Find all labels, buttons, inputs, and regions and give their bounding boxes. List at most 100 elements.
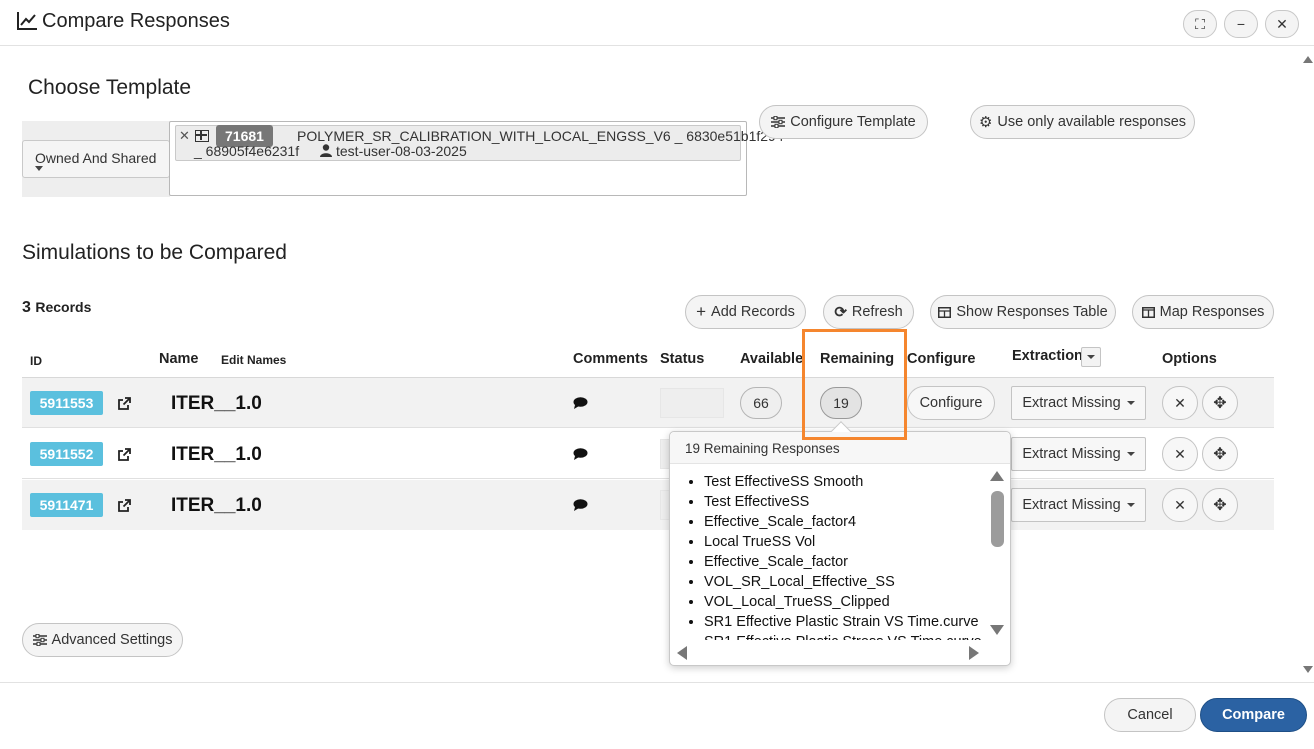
remove-template-icon[interactable]: ✕ (179, 128, 190, 144)
refresh-label: Refresh (851, 304, 903, 320)
move-row-button[interactable]: ✥ (1202, 437, 1238, 471)
move-row-button[interactable]: ✥ (1202, 386, 1238, 420)
extract-missing-label: Extract Missing (1022, 497, 1121, 513)
external-link-icon[interactable] (118, 397, 131, 410)
main-scrollbar[interactable] (1302, 48, 1314, 680)
list-item: SR1 Effective Plastic Stress VS Time.cur… (704, 632, 986, 640)
map-responses-button[interactable]: Map Responses (1132, 295, 1274, 329)
remaining-responses-list[interactable]: Test EffectiveSS SmoothTest EffectiveSSE… (670, 472, 986, 640)
column-configure: Configure (907, 351, 976, 367)
remove-row-button[interactable]: ✕ (1162, 488, 1198, 522)
extraction-dropdown[interactable] (1081, 347, 1101, 367)
choose-template-title: Choose Template (28, 76, 192, 99)
popover-scroll-thumb[interactable] (991, 491, 1004, 547)
minimize-icon: − (1236, 16, 1246, 32)
column-options: Options (1162, 351, 1217, 367)
add-records-button[interactable]: + Add Records (685, 295, 806, 329)
remove-row-button[interactable]: ✕ (1162, 437, 1198, 471)
move-icon: ✥ (1213, 497, 1227, 514)
remove-row-button[interactable]: ✕ (1162, 386, 1198, 420)
close-icon: ✕ (1276, 15, 1288, 32)
user-icon (320, 144, 332, 157)
simulation-name: ITER__1.0 (171, 495, 262, 516)
refresh-icon: ⟳ (834, 304, 847, 321)
list-item: VOL_Local_TrueSS_Clipped (704, 592, 986, 612)
chevron-down-icon (1126, 503, 1135, 507)
use-available-responses-label: Use only available responses (997, 114, 1187, 130)
template-name: POLYMER_SR_CALIBRATION_WITH_LOCAL_ENGSS_… (297, 128, 784, 144)
configure-template-button[interactable]: Configure Template (759, 105, 928, 139)
comment-icon[interactable] (573, 448, 588, 460)
chevron-down-icon (1087, 355, 1095, 359)
status-indicator (660, 388, 724, 418)
record-count-label: Records (35, 299, 92, 315)
close-icon: ✕ (1174, 394, 1186, 411)
table-icon (938, 306, 952, 318)
advanced-settings-button[interactable]: Advanced Settings (22, 623, 183, 657)
extract-missing-button[interactable]: Extract Missing (1011, 386, 1146, 420)
cancel-button[interactable]: Cancel (1104, 698, 1196, 732)
external-link-icon[interactable] (118, 499, 131, 512)
simulation-name: ITER__1.0 (171, 444, 262, 465)
line-chart-icon (17, 12, 37, 30)
available-count[interactable]: 66 (740, 387, 782, 419)
move-row-button[interactable]: ✥ (1202, 488, 1238, 522)
extract-missing-button[interactable]: Extract Missing (1011, 488, 1146, 522)
configure-button[interactable]: Configure (907, 386, 995, 420)
expand-button[interactable]: ⛶ (1183, 10, 1217, 38)
column-extraction: Extraction (1012, 348, 1083, 364)
extract-missing-button[interactable]: Extract Missing (1011, 437, 1146, 471)
compare-button[interactable]: Compare (1200, 698, 1307, 732)
simulation-id-badge[interactable]: 5911553 (30, 391, 103, 415)
advanced-settings-label: Advanced Settings (51, 632, 173, 648)
template-owner: test-user-08-03-2025 (336, 143, 467, 159)
map-responses-label: Map Responses (1159, 304, 1265, 320)
column-comments: Comments (573, 351, 648, 367)
scroll-right-icon[interactable] (969, 646, 979, 660)
use-available-responses-button[interactable]: ⚙ Use only available responses (970, 105, 1195, 139)
external-link-icon[interactable] (118, 448, 131, 461)
scroll-up-icon[interactable] (1303, 56, 1313, 63)
chevron-down-icon (1126, 452, 1135, 456)
simulation-id-badge[interactable]: 5911552 (30, 442, 103, 466)
close-button[interactable]: ✕ (1265, 10, 1299, 38)
chevron-down-icon (1126, 401, 1135, 405)
gear-icon: ⚙ (978, 114, 993, 131)
scroll-down-icon[interactable] (1303, 666, 1313, 673)
add-records-label: Add Records (711, 304, 795, 320)
configure-template-label: Configure Template (790, 114, 916, 130)
close-icon: ✕ (1174, 445, 1186, 462)
comment-icon[interactable] (573, 397, 588, 409)
record-count-value: 3 (22, 299, 31, 316)
sliders-icon (32, 634, 47, 646)
scroll-up-icon[interactable] (990, 471, 1004, 481)
expand-icon: ⛶ (1195, 15, 1205, 32)
columns-icon (1141, 306, 1155, 318)
edit-names-link[interactable]: Edit Names (221, 353, 286, 367)
list-item: VOL_SR_Local_Effective_SS (704, 572, 986, 592)
scroll-down-icon[interactable] (990, 625, 1004, 635)
window-title: Compare Responses (42, 10, 230, 32)
extract-missing-label: Extract Missing (1022, 395, 1121, 411)
list-item: Test EffectiveSS (704, 492, 986, 512)
scroll-left-icon[interactable] (677, 646, 687, 660)
list-item: SR1 Effective Plastic Strain VS Time.cur… (704, 612, 986, 632)
list-item: Effective_Scale_factor4 (704, 512, 986, 532)
list-item: Local TrueSS Vol (704, 532, 986, 552)
move-icon: ✥ (1213, 395, 1227, 412)
close-icon: ✕ (1174, 496, 1186, 513)
list-item: Test EffectiveSS Smooth (704, 472, 986, 492)
template-name-suffix: _ 68905f4e6231f (194, 143, 300, 159)
footer-divider (0, 682, 1314, 683)
show-responses-table-label: Show Responses Table (956, 304, 1108, 320)
show-responses-table-button[interactable]: Show Responses Table (930, 295, 1116, 329)
refresh-button[interactable]: ⟳ Refresh (823, 295, 914, 329)
owner-filter-dropdown[interactable]: Owned And Shared (22, 140, 170, 178)
simulations-title: Simulations to be Compared (22, 241, 287, 264)
sliders-icon (771, 116, 786, 128)
simulation-id-badge[interactable]: 5911471 (30, 493, 103, 517)
remaining-highlight-box (802, 329, 907, 440)
comment-icon[interactable] (573, 499, 588, 511)
minimize-button[interactable]: − (1224, 10, 1258, 38)
plus-icon: + (696, 302, 707, 321)
